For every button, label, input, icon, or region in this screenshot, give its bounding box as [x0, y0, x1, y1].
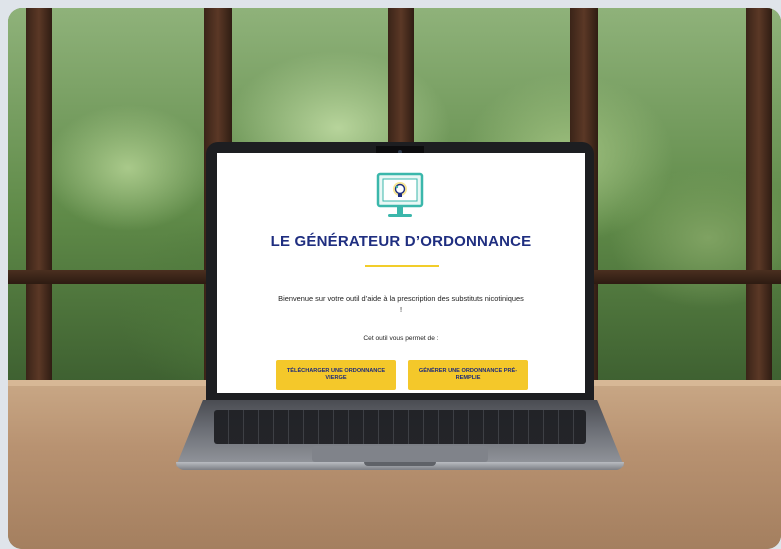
monitor-with-lightbulb-icon [376, 172, 424, 217]
generate-prefilled-prescription-button[interactable]: GÉNÉRER UNE ORDONNANCE PRÉ-REMPLIE [408, 360, 528, 390]
laptop-opening-notch [364, 462, 436, 466]
welcome-text: Bienvenue sur votre outil d’aide à la pr… [278, 294, 524, 314]
window-pillar [26, 8, 52, 393]
laptop-screen: LE GÉNÉRATEUR D’ORDONNANCE Bienvenue sur… [217, 153, 585, 393]
title-underline [365, 265, 439, 267]
laptop-trackpad [312, 446, 488, 462]
laptop-keyboard [214, 410, 586, 444]
page-title: LE GÉNÉRATEUR D’ORDONNANCE [270, 233, 532, 250]
download-blank-prescription-button[interactable]: TÉLÉCHARGER UNE ORDONNANCE VIERGE [276, 360, 396, 390]
window-pillar [746, 8, 772, 393]
lead-text: Cet outil vous permet de : [363, 335, 439, 342]
